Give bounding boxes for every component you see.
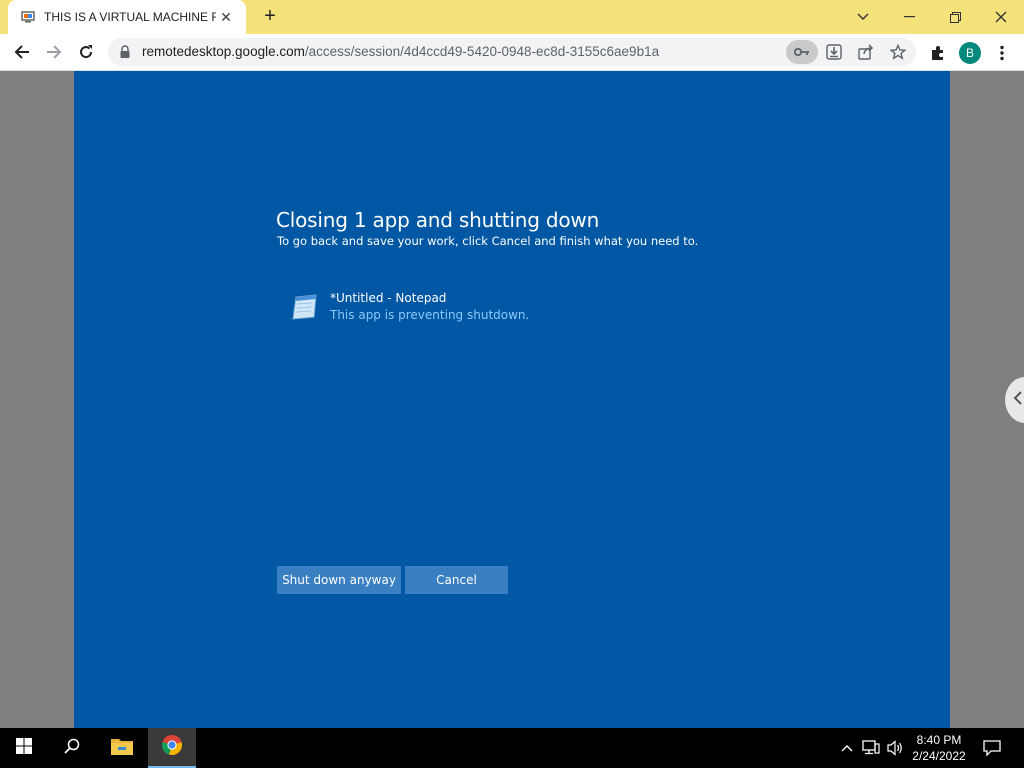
back-button[interactable] [9,39,35,65]
action-center-icon[interactable] [981,738,1003,758]
network-icon[interactable] [861,738,881,758]
chrome-taskbar-button[interactable] [148,728,196,768]
chrome-icon [161,734,183,761]
share-icon[interactable] [853,40,879,64]
windows-taskbar: 8:40 PM 2/24/2022 [0,728,1024,768]
search-button[interactable] [48,728,96,768]
tab-close-icon[interactable]: ✕ [216,9,236,26]
tab-title: THIS IS A VIRTUAL MACHINE FUC [44,10,216,24]
url-path: /access/session/4d4ccd49-5420-0948-ec8d-… [304,44,660,59]
notepad-icon [290,293,320,323]
minimize-button[interactable] [886,4,932,30]
file-explorer-button[interactable] [98,728,146,768]
cancel-button[interactable]: Cancel [405,566,508,594]
app-name: *Untitled - Notepad [330,291,447,305]
shut-down-anyway-button[interactable]: Shut down anyway [277,566,401,594]
forward-button[interactable] [41,39,67,65]
search-icon [64,738,80,759]
reload-button[interactable] [73,39,99,65]
shutdown-dialog-title: Closing 1 app and shutting down [276,208,600,232]
taskbar-clock[interactable]: 8:40 PM 2/24/2022 [906,732,972,764]
key-icon[interactable] [786,40,818,64]
blocking-app-item: *Untitled - Notepad This app is preventi… [290,290,590,330]
windows-logo-icon [16,737,32,759]
volume-icon[interactable] [885,738,905,758]
tab-search-chevron-icon[interactable] [840,4,886,30]
browser-tabstrip: THIS IS A VIRTUAL MACHINE FUC ✕ + [0,0,1024,34]
start-button[interactable] [0,728,48,768]
shutdown-dialog-subtitle: To go back and save your work, click Can… [277,234,699,248]
close-window-button[interactable] [978,4,1024,30]
install-app-icon[interactable] [821,40,847,64]
menu-kebab-icon[interactable] [989,40,1015,66]
new-tab-button[interactable]: + [258,6,282,28]
profile-avatar[interactable]: B [959,42,981,64]
restore-button[interactable] [932,4,978,30]
clock-time: 8:40 PM [916,733,962,747]
url-host: remotedesktop.google.com [142,44,305,59]
side-panel-toggle[interactable] [1005,377,1024,423]
app-status: This app is preventing shutdown. [330,308,530,322]
browser-tab[interactable]: THIS IS A VIRTUAL MACHINE FUC ✕ [8,0,246,34]
remote-session-area: Closing 1 app and shutting down To go ba… [0,71,1024,728]
chevron-left-icon [1013,390,1023,410]
address-bar[interactable]: remotedesktop.google.com/access/session/… [108,38,916,66]
folder-icon [111,737,133,760]
clock-date: 2/24/2022 [912,749,966,763]
lock-icon[interactable] [120,45,130,63]
browser-toolbar: remotedesktop.google.com/access/session/… [0,34,1024,71]
show-hidden-icons-chevron-icon[interactable] [837,738,857,758]
remote-desktop-icon [20,9,36,25]
url-text[interactable]: remotedesktop.google.com/access/session/… [142,44,659,59]
extensions-puzzle-icon[interactable] [925,40,951,66]
bookmark-star-icon[interactable] [885,40,911,64]
remote-desktop-screen[interactable]: Closing 1 app and shutting down To go ba… [74,71,950,728]
